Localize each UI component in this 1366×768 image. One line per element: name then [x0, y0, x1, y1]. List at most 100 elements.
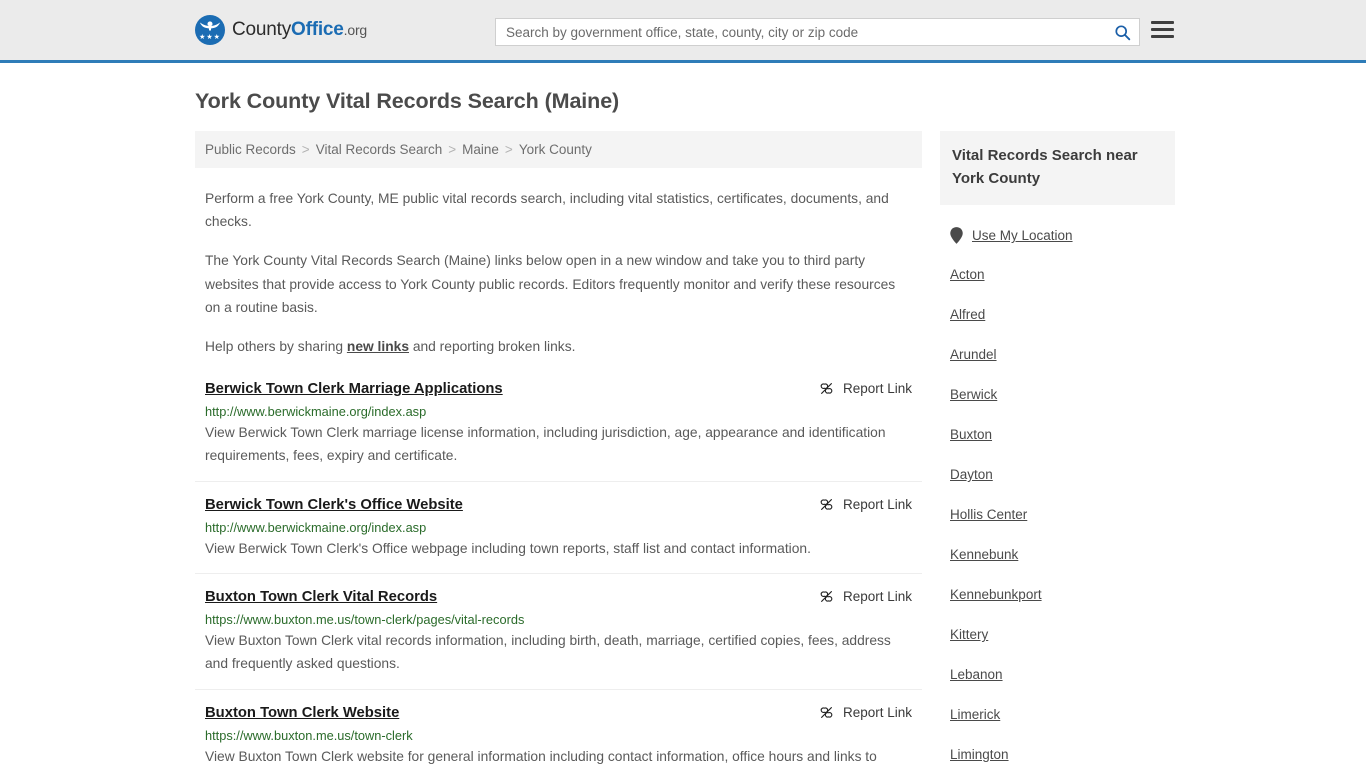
search-icon: [1114, 24, 1130, 40]
result-header: Buxton Town Clerk Vital Records Report L…: [205, 588, 912, 607]
city-link-kittery[interactable]: Kittery: [950, 627, 988, 642]
site-header: ★★★ CountyOffice.org: [0, 0, 1366, 63]
logo-text-office: Office: [291, 19, 344, 40]
report-link-label: Report Link: [842, 496, 912, 512]
result-item: Buxton Town Clerk Website Report Link ht…: [195, 704, 922, 768]
hamburger-bar: [1151, 28, 1174, 31]
report-link-label: Report Link: [842, 589, 912, 605]
logo-text-tld: .org: [343, 22, 368, 38]
city-link-buxton[interactable]: Buxton: [950, 427, 992, 442]
result-item: Buxton Town Clerk Vital Records Report L…: [195, 588, 922, 690]
hamburger-bar: [1151, 21, 1174, 24]
sidebar: Vital Records Search near York County Us…: [940, 131, 1175, 768]
intro-section: Perform a free York County, ME public vi…: [195, 187, 922, 358]
eagle-seal-icon: ★★★: [195, 15, 225, 45]
result-url: http://www.berwickmaine.org/index.asp: [205, 519, 427, 535]
site-logo[interactable]: ★★★ CountyOffice.org: [195, 15, 367, 45]
breadcrumb-separator: >: [448, 142, 457, 157]
result-url: http://www.berwickmaine.org/index.asp: [205, 404, 427, 420]
result-header: Berwick Town Clerk's Office Website Repo…: [205, 496, 912, 515]
city-link-arundel[interactable]: Arundel: [950, 347, 997, 362]
result-title-link[interactable]: Berwick Town Clerk Marriage Applications: [205, 380, 503, 399]
broken-link-icon: [820, 706, 833, 718]
stars-glyph: ★★★: [199, 34, 221, 41]
breadcrumb: Public Records > Vital Records Search > Main…: [195, 131, 922, 168]
report-link-button[interactable]: Report Link: [819, 704, 912, 720]
search-input[interactable]: [496, 24, 1105, 40]
city-link-limerick[interactable]: Limerick: [950, 707, 1000, 722]
result-url: https://www.buxton.me.us/town-clerk: [205, 727, 413, 743]
breadcrumb-item-vital-records-search[interactable]: Vital Records Search: [316, 142, 443, 157]
result-item: Berwick Town Clerk Marriage Applications…: [195, 380, 922, 482]
list-item: Lebanon: [940, 666, 1175, 684]
list-item: Alfred: [940, 306, 1175, 324]
result-title-link[interactable]: Buxton Town Clerk Vital Records: [205, 588, 437, 607]
list-item: Arundel: [940, 346, 1175, 364]
list-item: Kittery: [940, 626, 1175, 644]
list-item: Limington: [940, 746, 1175, 764]
page-body: York County Vital Records Search (Maine)…: [0, 89, 1366, 768]
breadcrumb-separator: >: [301, 142, 310, 157]
result-description: View Berwick Town Clerk marriage license…: [205, 425, 886, 464]
report-link-button[interactable]: Report Link: [819, 380, 912, 396]
city-link-limington[interactable]: Limington: [950, 747, 1009, 762]
use-my-location-label: Use My Location: [972, 228, 1073, 243]
city-link-hollis-center[interactable]: Hollis Center: [950, 507, 1027, 522]
breadcrumb-item-public-records[interactable]: Public Records: [205, 142, 296, 157]
broken-link-icon: [820, 383, 833, 395]
list-item: Acton: [940, 266, 1175, 284]
help-prefix: Help others by sharing: [205, 338, 347, 354]
new-links-link[interactable]: new links: [347, 339, 409, 354]
search-button[interactable]: [1105, 19, 1139, 45]
result-description: View Buxton Town Clerk website for gener…: [205, 748, 877, 764]
nearby-cities-list: Acton Alfred Arundel Berwick Buxton Dayt…: [940, 266, 1175, 768]
city-link-alfred[interactable]: Alfred: [950, 307, 985, 322]
city-link-acton[interactable]: Acton: [950, 267, 985, 282]
city-link-kennebunk[interactable]: Kennebunk: [950, 547, 1018, 562]
list-item: Kennebunk: [940, 546, 1175, 564]
list-item: Kennebunkport: [940, 586, 1175, 604]
breadcrumb-item-maine[interactable]: Maine: [462, 142, 499, 157]
main-content: Public Records > Vital Records Search > Main…: [195, 131, 922, 768]
logo-text: CountyOffice.org: [232, 19, 367, 41]
city-link-berwick[interactable]: Berwick: [950, 387, 997, 402]
result-title-link[interactable]: Berwick Town Clerk's Office Website: [205, 496, 463, 515]
content-layout: Public Records > Vital Records Search > Main…: [195, 131, 1366, 768]
report-link-button[interactable]: Report Link: [819, 496, 912, 512]
list-item: Buxton: [940, 426, 1175, 444]
result-description: View Buxton Town Clerk vital records inf…: [205, 633, 891, 672]
intro-paragraph-1: Perform a free York County, ME public vi…: [205, 191, 889, 230]
eagle-glyph: [200, 21, 220, 31]
intro-paragraph-2: The York County Vital Records Search (Ma…: [205, 253, 896, 315]
result-header: Berwick Town Clerk Marriage Applications…: [205, 380, 912, 399]
report-link-button[interactable]: Report Link: [819, 588, 912, 604]
list-item: Hollis Center: [940, 506, 1175, 524]
broken-link-icon: [820, 591, 833, 602]
city-link-dayton[interactable]: Dayton: [950, 467, 993, 482]
page-title: York County Vital Records Search (Maine): [195, 89, 620, 113]
help-suffix: and reporting broken links.: [409, 338, 576, 354]
hamburger-bar: [1151, 35, 1174, 38]
list-item: Berwick: [940, 386, 1175, 404]
list-item: Dayton: [940, 466, 1175, 484]
map-pin-icon: [950, 227, 963, 244]
result-title-link[interactable]: Buxton Town Clerk Website: [205, 704, 399, 723]
logo-text-county: County: [232, 19, 292, 40]
result-header: Buxton Town Clerk Website Report Link: [205, 704, 912, 723]
search-box[interactable]: [495, 18, 1140, 46]
breadcrumb-item-york-county[interactable]: York County: [519, 142, 592, 157]
hamburger-menu-icon[interactable]: [1151, 21, 1174, 38]
sidebar-heading: Vital Records Search near York County: [940, 131, 1175, 205]
result-url: https://www.buxton.me.us/town-clerk/page…: [205, 612, 525, 628]
city-link-lebanon[interactable]: Lebanon: [950, 667, 1003, 682]
result-description: View Berwick Town Clerk's Office webpage…: [205, 540, 811, 556]
intro-paragraph-3: Help others by sharing new links and rep…: [205, 335, 912, 358]
results-list: Berwick Town Clerk Marriage Applications…: [195, 380, 922, 768]
broken-link-icon: [820, 498, 833, 510]
use-my-location-button[interactable]: Use My Location: [950, 227, 1175, 244]
report-link-label: Report Link: [842, 704, 912, 720]
report-link-label: Report Link: [842, 381, 912, 397]
result-item: Berwick Town Clerk's Office Website Repo…: [195, 496, 922, 575]
list-item: Limerick: [940, 706, 1175, 724]
city-link-kennebunkport[interactable]: Kennebunkport: [950, 587, 1042, 602]
